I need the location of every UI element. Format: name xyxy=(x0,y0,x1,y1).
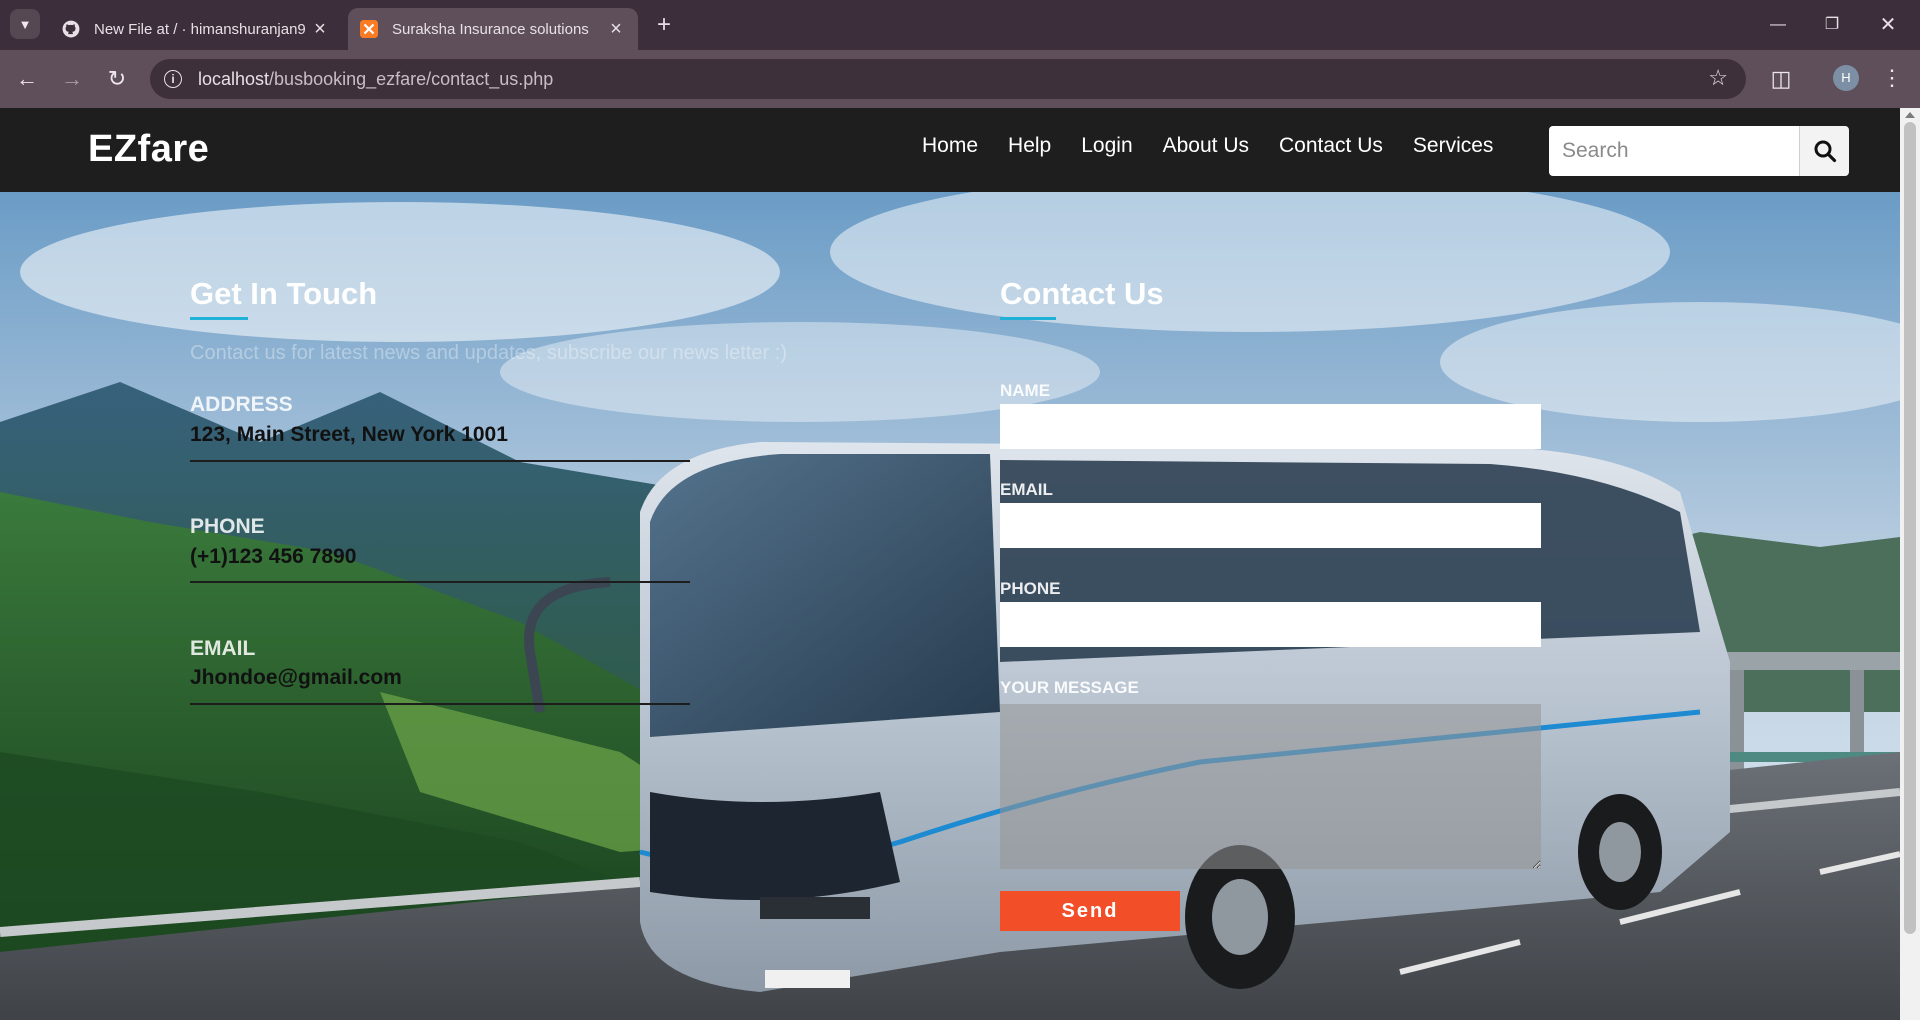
tab-title: Suraksha Insurance solutions xyxy=(392,20,589,38)
message-textarea[interactable] xyxy=(1000,704,1541,869)
nav-link-home[interactable]: Home xyxy=(922,134,978,158)
reload-icon[interactable]: ↻ xyxy=(102,64,132,94)
nav-link-services[interactable]: Services xyxy=(1413,134,1494,158)
phone-field[interactable] xyxy=(1000,602,1541,647)
site-navbar: EZfare Home Help Login About Us Contact … xyxy=(0,108,1900,192)
nav-link-help[interactable]: Help xyxy=(1008,134,1051,158)
scroll-up-arrow-icon[interactable] xyxy=(1905,112,1915,118)
scrollbar-thumb[interactable] xyxy=(1904,122,1916,934)
address-label: ADDRESS xyxy=(190,393,293,416)
restore-icon[interactable]: ❐ xyxy=(1810,10,1854,40)
get-in-touch-heading: Get In Touch xyxy=(190,276,378,311)
tab-title: New File at / · himanshuranjan9 xyxy=(94,20,306,38)
page-scrollbar[interactable] xyxy=(1900,108,1920,1020)
email-field[interactable] xyxy=(1000,503,1541,548)
phone-divider xyxy=(190,581,690,583)
browser-tab-active[interactable]: Suraksha Insurance solutions × xyxy=(348,8,638,50)
browser-tab-github[interactable]: New File at / · himanshuranjan9 × xyxy=(50,8,342,50)
browser-toolbar: ← → ↻ i localhost/busbooking_ezfare/cont… xyxy=(0,50,1920,108)
message-field-label: YOUR MESSAGE xyxy=(1000,678,1139,697)
email-value: Jhondoe@gmail.com xyxy=(190,666,402,689)
back-arrow-icon[interactable]: ← xyxy=(12,64,42,94)
extensions-puzzle-icon[interactable]: ◫ xyxy=(1766,64,1796,94)
send-button[interactable]: Send xyxy=(1000,891,1180,931)
hero-background-image xyxy=(0,192,1900,1020)
address-value: 123, Main Street, New York 1001 xyxy=(190,423,508,446)
address-bar[interactable]: i localhost/busbooking_ezfare/contact_us… xyxy=(150,59,1746,99)
browser-tab-bar: ▼ New File at / · himanshuranjan9 × Sura… xyxy=(0,0,1920,50)
page-viewport: EZfare Home Help Login About Us Contact … xyxy=(0,108,1920,1020)
url-path: /busbooking_ezfare/contact_us.php xyxy=(269,68,554,89)
github-icon xyxy=(62,20,80,38)
search-icon xyxy=(1814,140,1836,163)
new-tab-button[interactable]: + xyxy=(650,8,678,42)
email-field-label: EMAIL xyxy=(1000,480,1053,499)
email-divider xyxy=(190,703,690,705)
close-tab-icon[interactable]: × xyxy=(310,18,330,41)
nav-link-about-us[interactable]: About Us xyxy=(1163,134,1249,158)
site-info-icon[interactable]: i xyxy=(164,70,182,88)
name-field-label: NAME xyxy=(1000,381,1051,400)
contact-hero: Get In Touch Contact us for latest news … xyxy=(0,192,1900,1020)
forward-arrow-icon[interactable]: → xyxy=(57,64,87,94)
email-label: EMAIL xyxy=(190,637,256,660)
url-text: localhost/busbooking_ezfare/contact_us.p… xyxy=(198,69,553,90)
nav-link-contact-us[interactable]: Contact Us xyxy=(1279,134,1383,158)
contact-us-heading: Contact Us xyxy=(1000,276,1164,311)
search-input[interactable] xyxy=(1549,126,1799,176)
brand-logo[interactable]: EZfare xyxy=(88,128,209,171)
phone-label: PHONE xyxy=(190,515,265,538)
phone-field-label: PHONE xyxy=(1000,579,1061,598)
close-tab-icon[interactable]: × xyxy=(606,18,626,41)
phone-value: (+1)123 456 7890 xyxy=(190,545,357,568)
minimize-icon[interactable]: — xyxy=(1756,10,1800,40)
profile-avatar[interactable]: H xyxy=(1833,65,1859,91)
get-in-touch-subtitle: Contact us for latest news and updates, … xyxy=(190,342,787,364)
browser-menu-icon[interactable]: ⋮ xyxy=(1880,64,1904,94)
nav-link-login[interactable]: Login xyxy=(1081,134,1132,158)
bookmark-star-icon[interactable]: ☆ xyxy=(1708,65,1728,91)
close-window-icon[interactable]: ✕ xyxy=(1866,10,1910,40)
tab-search-button[interactable]: ▼ xyxy=(10,9,40,39)
xampp-icon xyxy=(360,20,378,38)
site-menu: Home Help Login About Us Contact Us Serv… xyxy=(922,134,1493,158)
name-field[interactable] xyxy=(1000,404,1541,449)
url-host: localhost xyxy=(198,68,270,89)
heading-underline xyxy=(190,317,248,320)
heading-underline xyxy=(1000,317,1056,320)
search-button[interactable] xyxy=(1799,126,1849,176)
address-divider xyxy=(190,460,690,462)
